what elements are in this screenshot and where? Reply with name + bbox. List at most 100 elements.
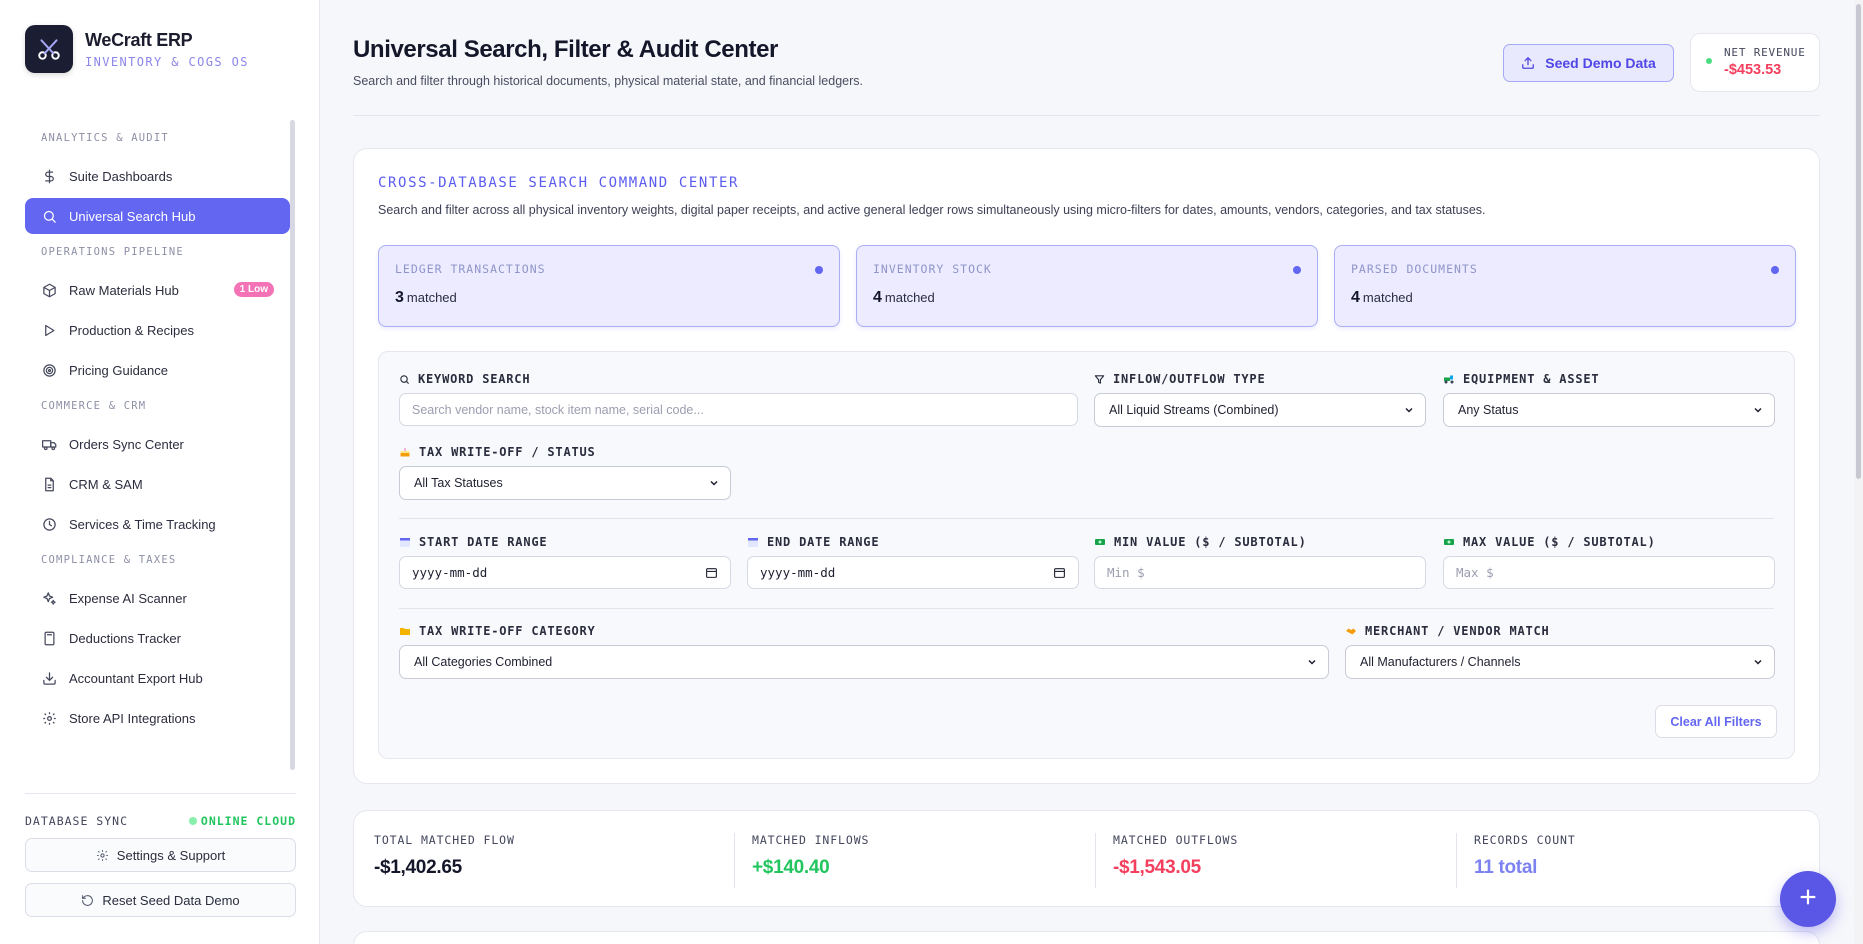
- summary-value: -$1,543.05: [1113, 857, 1201, 878]
- sidebar-item-label: Expense AI Scanner: [69, 590, 187, 606]
- stat-value: 4 matched: [873, 289, 935, 307]
- sidebar-item-pricing-guidance[interactable]: Pricing Guidance: [25, 352, 290, 388]
- end-date-value: yyyy-mm-dd: [760, 565, 836, 580]
- stat-label: INVENTORY STOCK: [873, 262, 992, 276]
- database-sync-row: DATABASE SYNC ONLINE CLOUD: [25, 814, 296, 828]
- tax-status-label: TAX WRITE-OFF / STATUS: [399, 445, 596, 459]
- start-date-input[interactable]: yyyy-mm-dd: [399, 556, 731, 589]
- filter-icon: [1094, 374, 1105, 385]
- search-icon: [41, 208, 57, 224]
- sidebar-item-expense-ai-scanner[interactable]: Expense AI Scanner: [25, 580, 290, 616]
- settings-support-label: Settings & Support: [116, 847, 226, 863]
- stat-suffix: matched: [406, 290, 457, 305]
- sidebar-item-services-time-tracking[interactable]: Services & Time Tracking: [25, 506, 290, 542]
- page-scrollbar-thumb[interactable]: [1856, 4, 1861, 479]
- stat-dot-icon: [1771, 266, 1779, 274]
- stat-value: 4 matched: [1351, 289, 1413, 307]
- stat-label: PARSED DOCUMENTS: [1351, 262, 1478, 276]
- keyword-search-input[interactable]: Search vendor name, stock item name, ser…: [399, 393, 1078, 426]
- stat-dot-icon: [815, 266, 823, 274]
- scissors-icon: [25, 25, 73, 73]
- brand[interactable]: WeCraft ERP INVENTORY & COGS OS: [25, 25, 249, 73]
- vendor-match-label: MERCHANT / VENDOR MATCH: [1345, 624, 1550, 638]
- summary-matched-outflows: MATCHED OUTFLOWS -$1,543.05: [1113, 833, 1238, 888]
- max-value-label: MAX VALUE ($ / SUBTOTAL): [1443, 535, 1656, 549]
- stat-count: 4: [1351, 289, 1360, 306]
- stat-dot-icon: [1293, 266, 1301, 274]
- command-center-description: Search and filter across all physical in…: [378, 203, 1486, 217]
- tax-category-label: TAX WRITE-OFF CATEGORY: [399, 624, 596, 638]
- search-icon: [399, 374, 410, 385]
- calendar-icon: [1053, 566, 1066, 582]
- calculator-icon: [41, 630, 57, 646]
- sidebar-item-suite-dashboards[interactable]: Suite Dashboards: [25, 158, 290, 194]
- summary-label: MATCHED INFLOWS: [752, 833, 870, 847]
- tax-category-select[interactable]: All Categories Combined: [399, 645, 1329, 679]
- sidebar-scrollbar[interactable]: [290, 120, 295, 770]
- summary-divider: [1095, 833, 1096, 888]
- sidebar-item-label: Deductions Tracker: [69, 630, 181, 646]
- stat-parsed-documents[interactable]: PARSED DOCUMENTS 4 matched: [1334, 245, 1796, 327]
- chevron-down-icon: [1403, 404, 1415, 419]
- filter-panel: KEYWORD SEARCH Search vendor name, stock…: [378, 351, 1795, 759]
- sidebar-item-label: Services & Time Tracking: [69, 516, 216, 532]
- sidebar-item-crm-sam[interactable]: CRM & SAM: [25, 466, 290, 502]
- sidebar-item-raw-materials-hub[interactable]: Raw Materials Hub 1 Low: [25, 272, 290, 308]
- upload-icon: [1521, 56, 1535, 70]
- tax-status-select[interactable]: All Tax Statuses: [399, 466, 731, 500]
- sidebar-item-universal-search-hub[interactable]: Universal Search Hub: [25, 198, 290, 234]
- summary-divider: [734, 833, 735, 888]
- end-date-label: END DATE RANGE: [747, 535, 879, 549]
- target-icon: [41, 362, 57, 378]
- sidebar-item-orders-sync-center[interactable]: Orders Sync Center: [25, 426, 290, 462]
- start-date-value: yyyy-mm-dd: [412, 565, 488, 580]
- chevron-down-icon: [1752, 404, 1764, 419]
- sidebar-item-store-api-integrations[interactable]: Store API Integrations: [25, 700, 290, 736]
- summary-divider: [1456, 833, 1457, 888]
- seed-demo-data-button[interactable]: Seed Demo Data: [1503, 44, 1674, 82]
- flow-type-select[interactable]: All Liquid Streams (Combined): [1094, 393, 1426, 427]
- min-value-input[interactable]: Min $: [1094, 556, 1426, 589]
- keyword-search-label-text: KEYWORD SEARCH: [418, 372, 531, 386]
- sidebar-item-accountant-export-hub[interactable]: Accountant Export Hub: [25, 660, 290, 696]
- brand-subtitle: INVENTORY & COGS OS: [85, 54, 249, 69]
- flow-type-label: INFLOW/OUTFLOW TYPE: [1094, 372, 1265, 386]
- sidebar-item-label: Pricing Guidance: [69, 362, 168, 378]
- vendor-match-select[interactable]: All Manufacturers / Channels: [1345, 645, 1775, 679]
- reset-seed-data-button[interactable]: Reset Seed Data Demo: [25, 883, 296, 917]
- sidebar-item-label: CRM & SAM: [69, 476, 143, 492]
- end-date-input[interactable]: yyyy-mm-dd: [747, 556, 1079, 589]
- sidebar-item-deductions-tracker[interactable]: Deductions Tracker: [25, 620, 290, 656]
- nav-section-title: COMPLIANCE & TAXES: [41, 554, 177, 566]
- document-icon: [41, 476, 57, 492]
- max-value-input[interactable]: Max $: [1443, 556, 1775, 589]
- stat-ledger-transactions[interactable]: LEDGER TRANSACTIONS 3 matched: [378, 245, 840, 327]
- results-card: [353, 931, 1820, 944]
- summary-records-count: RECORDS COUNT 11 total: [1474, 833, 1576, 888]
- clock-icon: [41, 516, 57, 532]
- box-icon: [41, 282, 57, 298]
- summary-label: MATCHED OUTFLOWS: [1113, 833, 1239, 847]
- sync-status-text: ONLINE CLOUD: [200, 814, 296, 828]
- seed-demo-data-label: Seed Demo Data: [1545, 55, 1656, 71]
- cake-icon: [399, 446, 411, 458]
- stat-suffix: matched: [884, 290, 935, 305]
- stat-inventory-stock[interactable]: INVENTORY STOCK 4 matched: [856, 245, 1318, 327]
- summary-value: -$1,402.65: [374, 857, 462, 878]
- command-center-title: CROSS-DATABASE SEARCH COMMAND CENTER: [378, 175, 740, 191]
- sidebar-nav: ANALYTICS & AUDIT Suite Dashboards Unive…: [25, 120, 290, 740]
- sidebar-item-label: Orders Sync Center: [69, 436, 184, 452]
- download-icon: [41, 670, 57, 686]
- stat-count: 4: [873, 289, 882, 306]
- sidebar-item-production-recipes[interactable]: Production & Recipes: [25, 312, 290, 348]
- stat-suffix: matched: [1362, 290, 1413, 305]
- clear-all-filters-button[interactable]: Clear All Filters: [1655, 705, 1777, 738]
- filter-divider: [399, 608, 1774, 609]
- stat-count: 3: [395, 289, 404, 306]
- dollar-icon: [41, 168, 57, 184]
- add-button[interactable]: [1780, 871, 1836, 927]
- stat-label: LEDGER TRANSACTIONS: [395, 262, 546, 276]
- chevron-down-icon: [1752, 656, 1764, 671]
- settings-support-button[interactable]: Settings & Support: [25, 838, 296, 872]
- equipment-asset-select[interactable]: Any Status: [1443, 393, 1775, 427]
